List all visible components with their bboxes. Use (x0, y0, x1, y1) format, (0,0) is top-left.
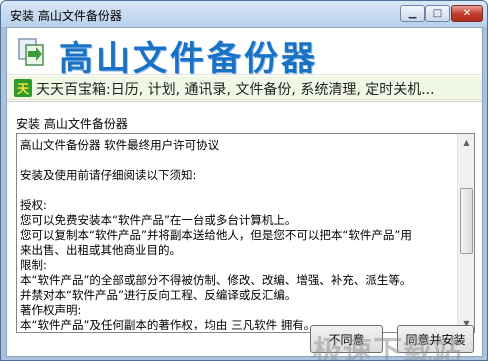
header-banner: 高山文件备份器 (7, 28, 482, 79)
scroll-thumb[interactable] (460, 188, 473, 254)
scroll-up-icon[interactable]: ▲ (458, 134, 475, 151)
promo-logo-icon: 天 (14, 79, 32, 97)
minimize-icon: ▁ (408, 7, 417, 19)
license-line: 来出售、出租或其他商业目的。 (20, 243, 181, 257)
app-icon (18, 38, 44, 66)
license-line: 著作权声明: (20, 303, 82, 317)
vertical-scrollbar[interactable]: ▲ ▼ (457, 134, 474, 332)
installer-window: 安装 高山文件备份器 ▁ □ ✕ 高山文件备份器 天 天天百宝箱:日历, 计划,… (0, 0, 488, 361)
minimize-button[interactable]: ▁ (400, 5, 425, 22)
license-line: 本“软件产品”及任何副本的著作权，均由 三凡软件 拥有。 (20, 318, 316, 330)
close-icon: ✕ (462, 7, 472, 19)
license-line: 本“软件产品”的全部或部分不得被仿制、修改、改编、增强、补充、派生等。 (20, 273, 412, 287)
license-line: 并禁对本“软件产品”进行反向工程、反编译或反汇编。 (20, 288, 297, 302)
title-bar[interactable]: 安装 高山文件备份器 ▁ □ ✕ (1, 1, 487, 27)
license-line: 您可以复制本“软件产品”并将副本送给他人，但是您不可以把本“软件产品”用 (20, 228, 412, 242)
promo-bar[interactable]: 天 天天百宝箱:日历, 计划, 通讯录, 文件备份, 系统清理, 定时关机... (7, 76, 482, 100)
brand-title: 高山文件备份器 (59, 39, 318, 79)
close-button[interactable]: ✕ (451, 5, 483, 22)
license-line: 高山文件备份器 软件最终用户许可协议 (20, 138, 220, 152)
maximize-button[interactable]: □ (425, 5, 450, 22)
installer-content: 高山文件备份器 天 天天百宝箱:日历, 计划, 通讯录, 文件备份, 系统清理,… (6, 27, 483, 360)
disagree-button[interactable]: 不同意 (310, 325, 383, 353)
license-line (20, 153, 456, 168)
window-title: 安装 高山文件备份器 (10, 9, 122, 23)
promo-text[interactable]: 天天百宝箱:日历, 计划, 通讯录, 文件备份, 系统清理, 定时关机... (36, 79, 435, 99)
license-line: 您可以免费安装本“软件产品”在一台或多台计算机上。 (20, 213, 297, 227)
license-line: 限制: (20, 258, 47, 272)
license-line (20, 183, 456, 198)
license-line: 授权: (20, 198, 47, 212)
divider (7, 101, 482, 102)
agree-install-button[interactable]: 同意并安装 (397, 325, 474, 353)
license-line: 安装及使用前请仔细阅读以下须知: (20, 168, 197, 182)
license-text: 高山文件备份器 软件最终用户许可协议 安装及使用前请仔细阅读以下须知: 授权: … (20, 138, 456, 330)
license-textbox[interactable]: 高山文件备份器 软件最终用户许可协议 安装及使用前请仔细阅读以下须知: 授权: … (16, 133, 475, 333)
maximize-icon: □ (432, 7, 443, 19)
section-label: 安装 高山文件备份器 (16, 117, 128, 131)
